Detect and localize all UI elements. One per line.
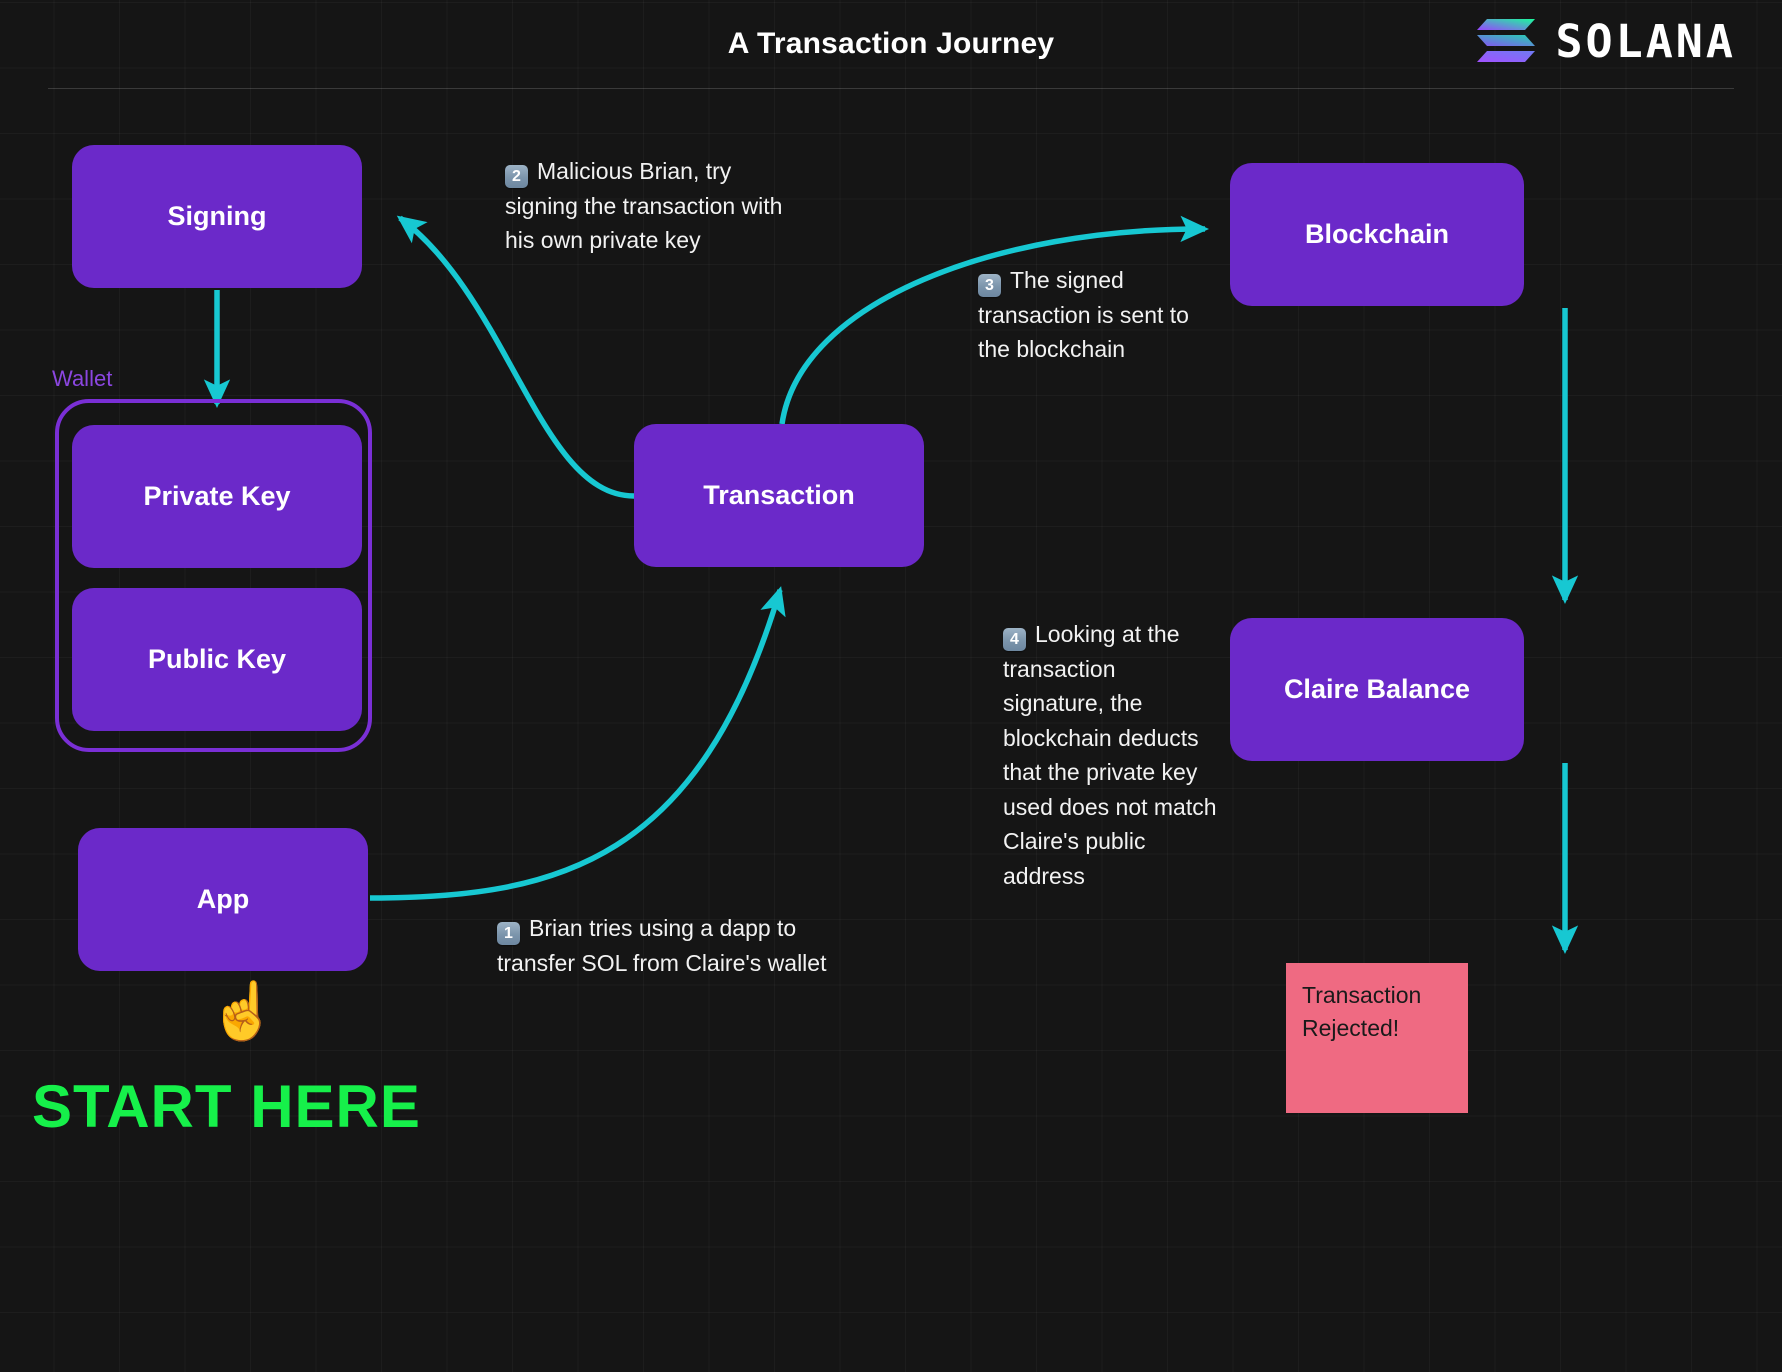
wallet-group-label: Wallet xyxy=(52,366,113,391)
callout-step-1: 1 Brian tries using a dapp to transfer SO… xyxy=(497,911,847,980)
solana-mark-icon xyxy=(1477,19,1536,62)
node-public-key[interactable]: Public Key xyxy=(72,588,362,731)
node-private-key[interactable]: Private Key xyxy=(72,425,362,568)
callout-step-2: 2 Malicious Brian, try signing the transa… xyxy=(505,154,785,258)
keycap-1-icon: 1 xyxy=(497,922,520,945)
keycap-4-icon: 4 xyxy=(1003,628,1026,651)
callout-step-1-text: Brian tries using a dapp to transfer SOL… xyxy=(497,915,827,976)
arrow-transaction-to-signing xyxy=(396,215,635,499)
callout-step-4: 4 Looking at the transaction signature, t… xyxy=(1003,617,1218,893)
callout-step-4-text: Looking at the transaction signature, th… xyxy=(1003,621,1217,889)
diagram-canvas: A Transaction Journey SOLANA Signing Wal… xyxy=(0,0,1782,1372)
node-private-key-label: Private Key xyxy=(143,481,291,511)
callout-step-2-text: Malicious Brian, try signing the transac… xyxy=(505,158,783,253)
node-app[interactable]: App xyxy=(78,828,368,971)
node-claire-balance[interactable]: Claire Balance xyxy=(1230,618,1524,761)
solana-logo: SOLANA xyxy=(1475,16,1736,66)
callout-step-3-text: The signed transaction is sent to the bl… xyxy=(978,267,1189,362)
transaction-rejected-note: Transaction Rejected! xyxy=(1286,963,1468,1113)
transaction-rejected-label: Transaction Rejected! xyxy=(1302,982,1422,1041)
node-blockchain-label: Blockchain xyxy=(1304,219,1450,249)
node-signing[interactable]: Signing xyxy=(72,145,362,288)
node-claire-balance-label: Claire Balance xyxy=(1283,674,1471,704)
start-here-label: START HERE xyxy=(32,1073,421,1140)
node-public-key-label: Public Key xyxy=(147,644,287,674)
node-transaction-label: Transaction xyxy=(703,480,855,510)
header-divider xyxy=(48,88,1734,89)
callout-step-3: 3 The signed transaction is sent to the b… xyxy=(978,263,1218,367)
node-transaction[interactable]: Transaction xyxy=(634,424,924,567)
keycap-3-icon: 3 xyxy=(978,274,1001,297)
keycap-2-icon: 2 xyxy=(505,165,528,188)
arrow-app-to-transaction xyxy=(369,586,786,901)
pointing-up-hand-icon: ☝ xyxy=(208,979,278,1042)
node-blockchain[interactable]: Blockchain xyxy=(1230,163,1524,306)
node-signing-label: Signing xyxy=(167,201,267,231)
solana-wordmark: SOLANA xyxy=(1555,14,1736,68)
node-app-label: App xyxy=(196,884,250,914)
